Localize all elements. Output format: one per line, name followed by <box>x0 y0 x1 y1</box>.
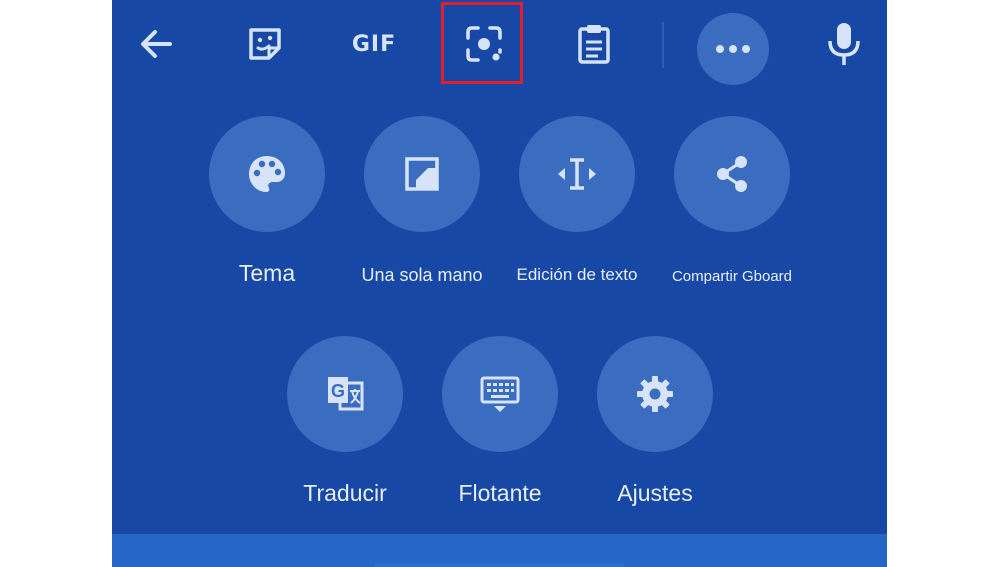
text-editing-label: Edición de texto <box>516 265 638 284</box>
more-button[interactable] <box>697 13 769 85</box>
one-handed-button[interactable] <box>364 116 480 232</box>
one-handed-label: Una sola mano <box>361 265 483 285</box>
translate-button[interactable]: G <box>287 336 403 452</box>
more-horizontal-icon <box>716 45 750 53</box>
gear-icon <box>637 376 673 412</box>
text-editing-button[interactable] <box>519 116 635 232</box>
arrow-left-icon <box>141 30 172 58</box>
one-handed-item[interactable]: Una sola mano <box>342 116 502 286</box>
svg-text:G: G <box>331 381 345 401</box>
text-editing-item[interactable]: Edición de texto <box>497 116 657 285</box>
microphone-icon <box>828 23 860 65</box>
floating-item[interactable]: Flotante <box>420 336 580 507</box>
theme-button[interactable] <box>209 116 325 232</box>
share-gboard-button[interactable] <box>674 116 790 232</box>
gif-label: GIF <box>351 31 397 57</box>
translate-icon: G <box>328 377 364 411</box>
settings-item[interactable]: Ajustes <box>575 336 735 507</box>
floating-label: Flotante <box>458 480 542 506</box>
text-cursor-icon <box>558 158 596 190</box>
sticker-button[interactable] <box>235 14 295 74</box>
share-gboard-item[interactable]: Compartir Gboard <box>652 116 812 285</box>
clipboard-button[interactable] <box>564 14 624 74</box>
theme-item[interactable]: Tema <box>187 116 347 287</box>
keyboard-panel: GIF Tema Una sola mano Edición de texto … <box>112 0 887 567</box>
share-gboard-label: Compartir Gboard <box>671 268 793 285</box>
translate-item[interactable]: G Traducir <box>265 336 425 507</box>
bottom-handle <box>374 563 624 567</box>
settings-label: Ajustes <box>617 480 693 506</box>
theme-label: Tema <box>238 260 296 286</box>
share-icon <box>717 156 747 192</box>
bottom-keyboard-strip <box>112 534 887 567</box>
back-button[interactable] <box>126 14 186 74</box>
lens-highlight-box <box>441 2 523 84</box>
one-handed-icon <box>405 157 439 191</box>
gif-button[interactable]: GIF <box>344 14 404 74</box>
floating-button[interactable] <box>442 336 558 452</box>
settings-button[interactable] <box>597 336 713 452</box>
voice-input-button[interactable] <box>814 14 874 74</box>
toolbar-divider <box>662 22 664 68</box>
clipboard-icon <box>578 25 610 64</box>
floating-keyboard-icon <box>480 376 520 412</box>
palette-icon <box>249 156 285 192</box>
translate-label: Traducir <box>303 480 387 506</box>
sticker-icon <box>249 28 281 60</box>
